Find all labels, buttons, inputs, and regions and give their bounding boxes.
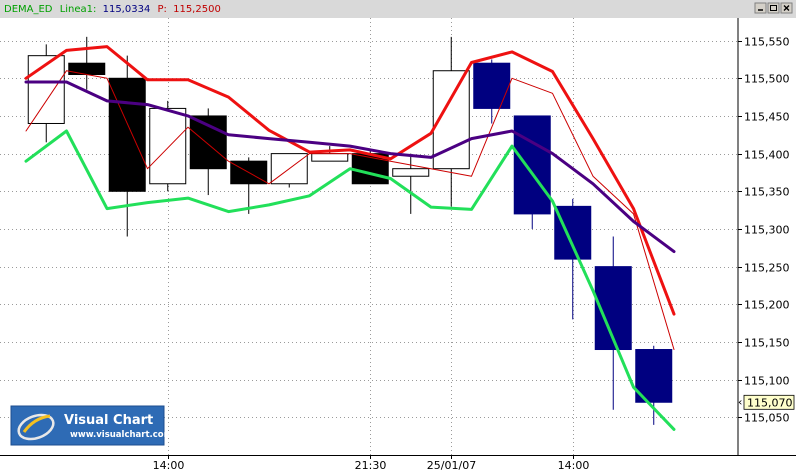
y-tick-label: 115,500 [744, 73, 790, 86]
last-price-arrow-icon: ‹ [738, 395, 742, 408]
candle-body [473, 62, 511, 109]
legend-item-line: Linea1: [60, 4, 97, 15]
legend-item-value: 115,0334 [103, 4, 151, 15]
legend-item-name: DEMA_ED [4, 4, 53, 15]
x-tick-label: 14:00 [153, 459, 185, 472]
y-tick-label: 115,450 [744, 111, 790, 124]
last-price-label: 115,070 [747, 396, 793, 409]
y-tick-label: 115,350 [744, 186, 790, 199]
x-tick-label: 21:30 [355, 459, 387, 472]
candle-body [68, 62, 106, 76]
legend-item-p-label: P: [158, 4, 167, 15]
candle-body [554, 205, 592, 260]
y-tick-label: 115,550 [744, 36, 790, 49]
legend-label: DEMA_ED Linea1: 115,0334 P: 115,2500 [4, 4, 221, 15]
maximize-button-face [767, 2, 780, 14]
y-tick-label: 115,250 [744, 262, 790, 275]
legend: DEMA_ED Linea1: 115,0334 P: 115,2500 [4, 4, 221, 15]
legend-item-p-value: 115,2500 [173, 4, 221, 15]
visual-chart-logo: Visual Chart www.visualchart.com [10, 405, 173, 446]
chart: DEMA_ED Linea1: 115,0334 P: 115,2500 115… [0, 0, 796, 473]
minimize-button[interactable] [754, 2, 767, 14]
y-tick-label: 115,300 [744, 224, 790, 237]
time-axis [0, 456, 796, 473]
minimize-button-face [754, 2, 767, 14]
window-controls [754, 2, 793, 14]
chart-svg: DEMA_ED Linea1: 115,0334 P: 115,2500 115… [0, 0, 796, 473]
y-tick-label: 115,150 [744, 337, 790, 350]
y-tick-label: 115,200 [744, 299, 790, 312]
candle-body [149, 107, 187, 185]
logo-name: Visual Chart [64, 413, 153, 428]
y-tick-label: 115,050 [744, 412, 790, 425]
last-price-marker: ‹ 115,070 [738, 394, 795, 410]
y-tick-label: 115,400 [744, 149, 790, 162]
x-tick-label: 14:00 [558, 459, 590, 472]
x-tick-label: 25/01/07 [427, 459, 476, 472]
y-tick-label: 115,100 [744, 375, 790, 388]
candle-body [392, 168, 430, 177]
maximize-button[interactable] [767, 2, 780, 14]
candle-body [513, 115, 551, 215]
logo-url: www.visualchart.com [70, 430, 173, 440]
close-button[interactable] [780, 2, 793, 14]
candle-body [311, 153, 349, 162]
